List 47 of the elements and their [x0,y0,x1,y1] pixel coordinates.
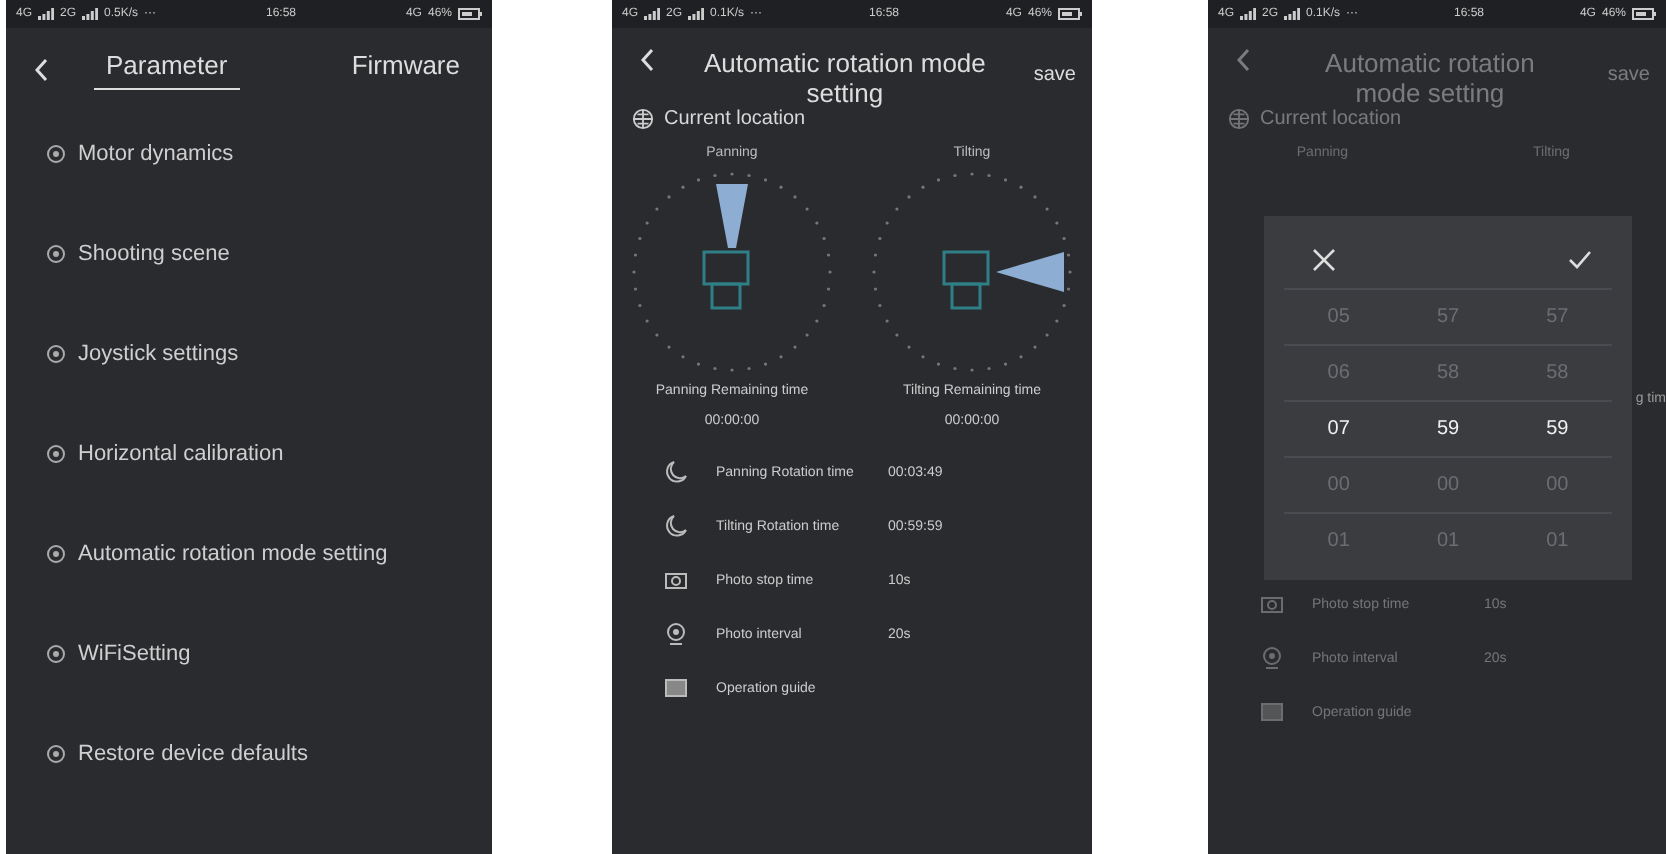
menu-item[interactable]: WiFiSetting [46,642,492,666]
timer-icon [664,622,688,646]
signal-icon [688,8,705,20]
camera-icon [1260,592,1284,616]
circle-icon [46,344,66,364]
circle-icon [46,244,66,264]
location-label: Current location [1260,108,1402,130]
location-label: Current location [664,108,806,130]
battery-icon [458,8,482,20]
picker-value[interactable]: 07 [1284,418,1394,440]
globe-icon [1228,108,1250,130]
menu-item[interactable]: Motor dynamics [46,142,492,166]
tab[interactable]: Firmware [339,48,472,90]
timer-icon [1260,646,1284,670]
menu-item[interactable]: Automatic rotation mode setting [46,542,492,566]
circle-icon [46,744,66,764]
menu-item[interactable]: Shooting scene [46,242,492,266]
monitor-icon [664,676,688,700]
camera-icon [664,568,688,592]
save-button[interactable]: save [1033,64,1076,86]
monitor-icon [1260,700,1284,724]
battery-icon [1632,8,1656,20]
picker-value[interactable]: 59 [1502,418,1613,440]
signal-icon [38,8,55,20]
screen-title: Automatic rotation mode setting [1323,48,1537,108]
signal-icon [1284,8,1301,20]
tab[interactable]: Parameter [94,48,240,90]
moon-icon [664,460,688,484]
circle-icon [46,144,66,164]
menu-item[interactable]: Restore device defaults [46,742,492,766]
signal-icon [82,8,99,20]
signal-icon [1240,8,1257,20]
back-icon[interactable] [640,48,656,72]
circle-icon [46,444,66,464]
screen-title: Automatic rotation mode setting [701,48,988,108]
circle-icon [46,544,66,564]
menu-item[interactable]: Horizontal calibration [46,442,492,466]
signal-icon [644,8,661,20]
circle-icon [46,644,66,664]
confirm-button[interactable] [1568,248,1592,272]
menu-item[interactable]: Joystick settings [46,342,492,366]
back-icon[interactable] [34,57,50,81]
globe-icon [632,108,654,130]
close-button[interactable] [1312,248,1336,272]
moon-icon [664,514,688,538]
picker-value[interactable]: 59 [1393,418,1503,440]
battery-icon [1058,8,1082,20]
